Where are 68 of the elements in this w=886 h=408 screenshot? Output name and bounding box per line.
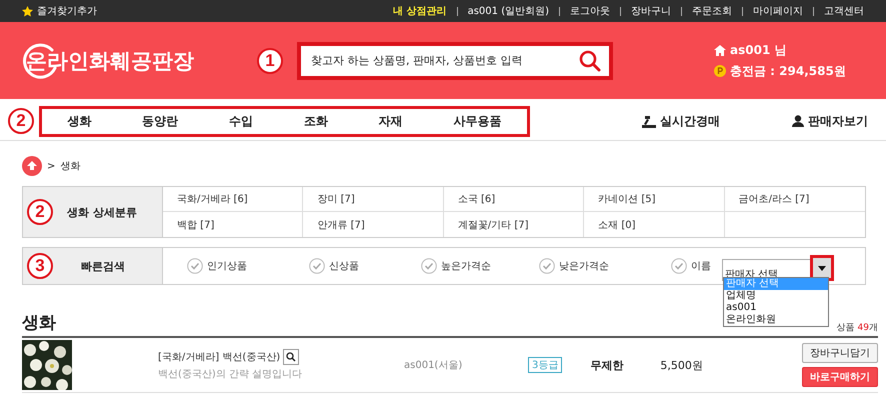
dropdown-option[interactable]: 업체명: [724, 290, 828, 302]
balance-text: 충전금 : 294,585원: [730, 62, 846, 80]
dropdown-option[interactable]: as001: [724, 302, 828, 314]
buy-now-button[interactable]: 바로구매하기: [802, 367, 878, 387]
bookmark-link[interactable]: 즐겨찾기추가: [37, 4, 97, 18]
category-link[interactable]: 국화/거베라 [6]: [163, 187, 304, 212]
nav-item[interactable]: 생화: [67, 112, 92, 130]
category-title: 생화 상세분류: [67, 204, 137, 220]
search-icon[interactable]: [579, 50, 601, 72]
nav-item[interactable]: 수입: [229, 112, 254, 130]
category-link[interactable]: 계절꽃/기타 [7]: [444, 212, 584, 237]
search-bar[interactable]: 찾고자 하는 상품명, 판매자, 상품번호 입력: [297, 42, 613, 80]
number-marker: 3: [27, 253, 53, 279]
top-link[interactable]: 주문조회: [692, 4, 732, 18]
zoom-button[interactable]: [283, 349, 300, 365]
check-icon[interactable]: [539, 258, 555, 274]
price-text: 5,500원: [660, 358, 704, 372]
category-link[interactable]: 장미 [7]: [303, 187, 444, 212]
search-field[interactable]: 찾고자 하는 상품명, 판매자, 상품번호 입력: [309, 53, 579, 68]
seller-name: as001(서울): [404, 359, 464, 372]
nav-link[interactable]: 판매자보기: [808, 112, 868, 130]
gavel-icon: [642, 114, 656, 128]
check-icon[interactable]: [309, 258, 325, 274]
dropdown-option[interactable]: 온라인화원: [724, 314, 828, 326]
top-link[interactable]: 고객센터: [824, 4, 864, 18]
sort-option[interactable]: 낮은가격순: [559, 259, 609, 273]
user-name: as001 님: [730, 42, 786, 58]
sort-option[interactable]: 신상품: [329, 259, 359, 273]
sort-option[interactable]: 이름: [691, 259, 711, 273]
grade-badge: 3등급: [528, 357, 562, 373]
category-link[interactable]: 카네이션 [5]: [584, 187, 725, 212]
nav-item[interactable]: 사무용품: [454, 112, 502, 130]
top-link[interactable]: 내 상점관리: [393, 4, 447, 18]
coin-icon: [714, 65, 726, 77]
check-icon[interactable]: [421, 258, 437, 274]
number-marker: 2: [8, 108, 34, 134]
check-icon[interactable]: [187, 258, 203, 274]
period-text: 무제한: [590, 358, 624, 372]
top-link[interactable]: 마이페이지: [753, 4, 803, 18]
product-description: 백선(중국산)의 간략 설명입니다: [158, 368, 304, 381]
top-link[interactable]: 장바구니: [631, 4, 671, 18]
person-icon: [792, 115, 804, 127]
quick-search-title: 빠른검색: [81, 258, 125, 274]
breadcrumb-item[interactable]: 생화: [60, 159, 80, 173]
number-marker: 2: [27, 199, 53, 225]
top-link[interactable]: as001 (일반회원): [468, 4, 549, 18]
product-name[interactable]: [국화/거베라] 백선(중국산): [158, 350, 280, 364]
sort-option[interactable]: 인기상품: [207, 259, 247, 273]
sort-option[interactable]: 높은가격순: [441, 259, 491, 273]
category-link[interactable]: 소국 [6]: [444, 187, 584, 212]
nav-item[interactable]: 동양란: [142, 112, 178, 130]
star-icon: [22, 6, 33, 16]
check-icon[interactable]: [671, 258, 687, 274]
breadcrumb-separator: >: [47, 160, 56, 172]
category-link[interactable]: 백합 [7]: [163, 212, 304, 237]
nav-item[interactable]: 조화: [304, 112, 328, 130]
search-icon: [286, 352, 296, 362]
add-to-cart-button[interactable]: 장바구니담기: [802, 343, 878, 363]
top-link[interactable]: 로그아웃: [570, 4, 610, 18]
caret-icon: [818, 266, 826, 270]
product-count: 상품 49개: [836, 322, 878, 334]
category-link[interactable]: 금어초/라스 [7]: [724, 187, 865, 212]
section-title: 생화: [22, 312, 56, 334]
category-link[interactable]: 안개류 [7]: [303, 212, 444, 237]
number-marker: 1: [257, 48, 283, 74]
category-link[interactable]: 소재 [0]: [584, 212, 725, 237]
nav-item[interactable]: 자재: [378, 112, 403, 130]
nav-link[interactable]: 실시간경매: [660, 112, 720, 130]
